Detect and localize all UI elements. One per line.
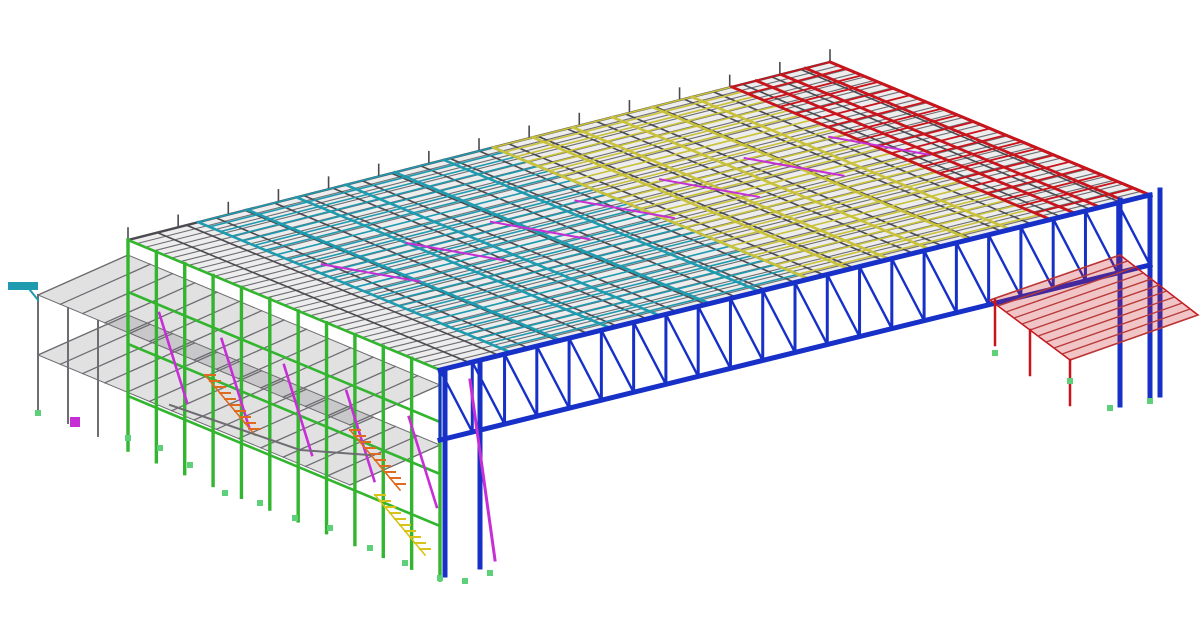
truss-diagonal — [470, 360, 507, 426]
column-base-marker — [992, 350, 998, 356]
truss-diagonal — [825, 272, 862, 339]
truss-diagonal — [502, 352, 539, 418]
column-base-marker — [187, 462, 193, 468]
column-base-marker — [157, 445, 163, 451]
column-base-marker — [125, 435, 131, 441]
equipment-box — [70, 417, 80, 427]
truss-diagonal — [696, 304, 733, 371]
truss-diagonal — [954, 241, 991, 307]
column-base-marker — [367, 545, 373, 551]
column-base-marker — [292, 515, 298, 521]
column-base-marker — [1147, 398, 1153, 404]
truss-diagonal — [599, 328, 636, 394]
truss-diagonal — [793, 280, 829, 347]
canopy-platform — [8, 282, 38, 290]
truss-diagonal — [987, 233, 1023, 299]
column-base-marker — [35, 410, 41, 416]
truss-diagonal — [761, 288, 797, 355]
column-base-marker — [222, 490, 228, 496]
truss-diagonal — [567, 336, 603, 402]
column-base-marker — [257, 500, 263, 506]
truss-diagonal — [857, 264, 894, 331]
column-base-marker — [402, 560, 408, 566]
column-base-marker — [1107, 405, 1113, 411]
column-base-marker — [462, 578, 468, 584]
truss-diagonal — [890, 257, 926, 323]
truss-diagonal — [728, 296, 765, 363]
truss-diagonal — [632, 320, 668, 386]
column-base-marker — [327, 525, 333, 531]
column-base-marker — [1067, 378, 1073, 384]
column-base-marker — [437, 575, 443, 581]
column-base-marker — [487, 570, 493, 576]
steel-structure-model — [8, 49, 1200, 584]
truss-diagonal — [535, 344, 571, 410]
truss-diagonal — [664, 312, 700, 378]
truss-diagonal — [922, 249, 958, 315]
truss-diagonal — [1116, 201, 1152, 267]
